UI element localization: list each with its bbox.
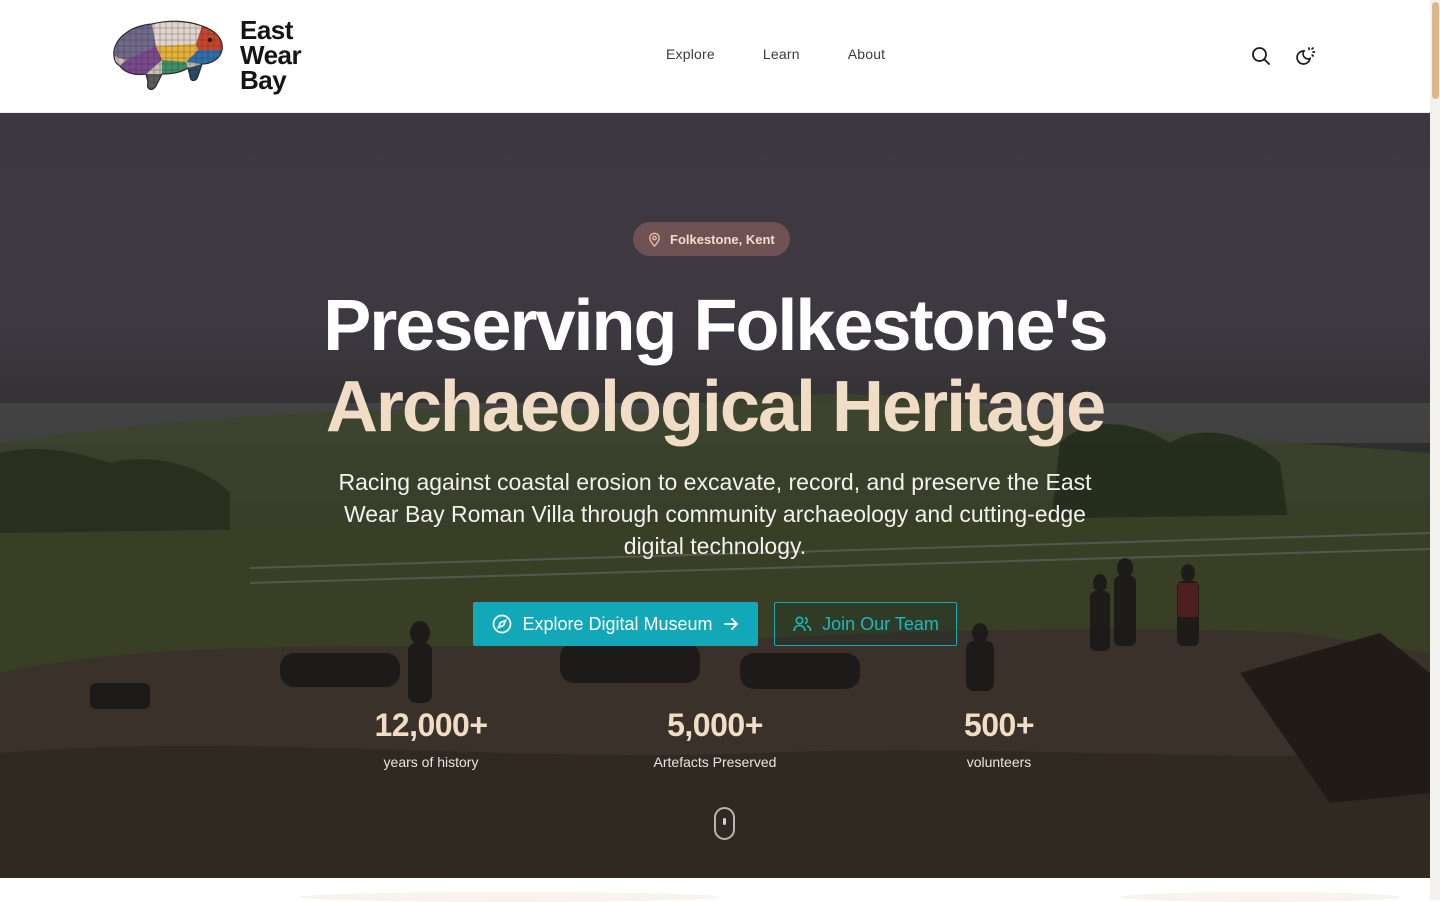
stat-value: 12,000+ xyxy=(374,707,488,743)
stat-history: 12,000+ years of history xyxy=(311,707,551,770)
section-divider-glow xyxy=(300,892,720,902)
logo-line-3: Bay xyxy=(240,64,287,95)
join-our-team-label: Join Our Team xyxy=(822,613,939,634)
theme-toggle-icon[interactable] xyxy=(1293,44,1317,68)
stat-label: years of history xyxy=(383,754,479,770)
mouse-scroll-icon[interactable] xyxy=(714,807,735,840)
stat-artefacts: 5,000+ Artefacts Preserved xyxy=(595,707,835,770)
explore-digital-museum-label: Explore Digital Museum xyxy=(522,613,713,634)
section-divider-glow xyxy=(1120,892,1400,902)
hero-title-line-2: Archaeological Heritage xyxy=(325,367,1106,447)
site-header: East Wear Bay Explore Learn About xyxy=(0,0,1430,113)
logo-line-2: Wear xyxy=(240,39,302,70)
nav-explore[interactable]: Explore xyxy=(666,46,715,62)
logo-wordmark: East Wear Bay xyxy=(240,14,302,95)
stat-label: Artefacts Preserved xyxy=(653,754,777,770)
join-our-team-button[interactable]: Join Our Team xyxy=(774,602,957,646)
location-label: Folkestone, Kent xyxy=(670,231,775,247)
site-logo[interactable]: East Wear Bay xyxy=(106,14,302,95)
arrow-right-icon xyxy=(723,618,738,630)
stat-label: volunteers xyxy=(966,754,1032,770)
location-badge: Folkestone, Kent xyxy=(633,222,790,256)
mosaic-boar-logo-icon xyxy=(113,20,223,91)
nav-about[interactable]: About xyxy=(848,46,886,62)
users-icon xyxy=(793,616,812,632)
search-icon[interactable] xyxy=(1249,44,1273,68)
compass-icon xyxy=(493,614,512,634)
hero-subtitle: Racing against coastal erosion to excava… xyxy=(338,469,1092,559)
hero-title-line-1: Preserving Folkestone's xyxy=(323,286,1108,366)
explore-digital-museum-button[interactable]: Explore Digital Museum xyxy=(473,602,758,646)
scroll-wheel xyxy=(723,818,726,825)
map-pin-icon xyxy=(649,232,660,247)
hero-section: Folkestone, Kent Preserving Folkestone's… xyxy=(0,113,1430,878)
stat-value: 5,000+ xyxy=(667,707,763,743)
scrollbar-thumb[interactable] xyxy=(1432,2,1439,99)
nav-learn[interactable]: Learn xyxy=(763,46,800,62)
page-scrollbar[interactable] xyxy=(1430,0,1440,900)
logo-line-1: East xyxy=(240,14,293,45)
main-nav: Explore Learn About xyxy=(666,46,885,62)
stat-volunteers: 500+ volunteers xyxy=(879,707,1119,770)
stat-value: 500+ xyxy=(963,707,1035,743)
